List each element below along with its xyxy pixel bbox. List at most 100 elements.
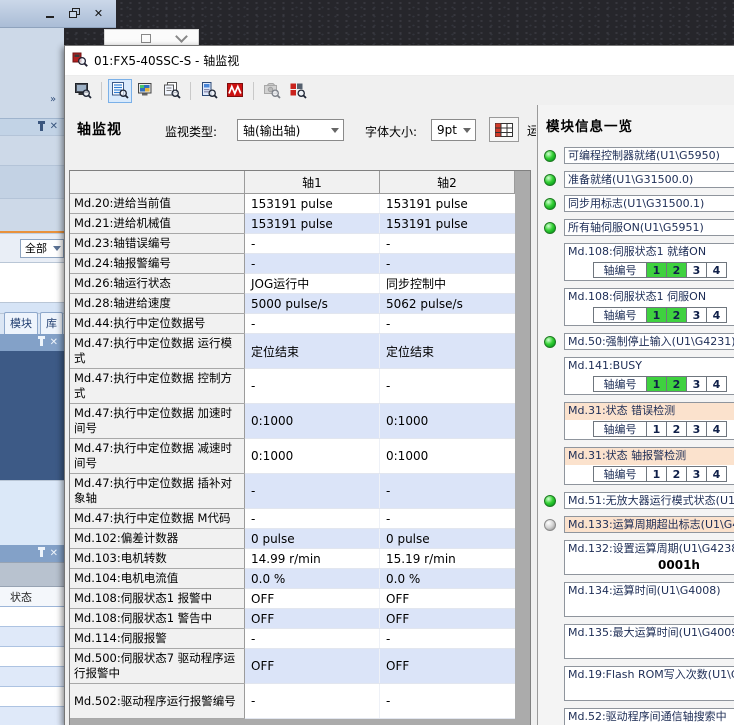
- row-label: Md.47:执行中定位数据 插补对象轴: [70, 474, 245, 509]
- monitor-type-dropdown[interactable]: 轴(输出轴): [237, 119, 344, 141]
- axis-toolbar: [65, 76, 734, 106]
- list-search-icon[interactable]: [108, 79, 132, 103]
- table-row: Md.20:进给当前值153191 pulse153191 pulse: [70, 194, 515, 214]
- filter-dropdown[interactable]: 全部: [20, 239, 64, 258]
- axis-value-cell: 153191 pulse: [245, 214, 380, 234]
- toolbar-separator: [253, 82, 254, 100]
- axis-value-cell: -: [380, 234, 515, 254]
- axis-number-cell: 3: [686, 307, 707, 323]
- dock-band: [0, 480, 64, 545]
- module-group-header: Md.108:伺服状态1 伺服ON: [565, 289, 734, 306]
- display-settings-icon[interactable]: [134, 79, 158, 103]
- dock-list-row: [0, 647, 64, 667]
- axis-value-cell: OFF: [380, 609, 515, 629]
- table-row: Md.103:电机转数14.99 r/min15.19 r/min: [70, 549, 515, 569]
- table-grid-button[interactable]: [489, 117, 519, 142]
- axis-value-cell: -: [245, 684, 380, 719]
- minimize-icon[interactable]: [45, 8, 56, 19]
- module-info-led-item: 所有轴伺服ON(U1\G5951): [544, 219, 734, 236]
- chevrons-icon[interactable]: »: [50, 94, 54, 105]
- row-label: Md.44:执行中定位数据号: [70, 314, 245, 334]
- pin-icon[interactable]: [40, 550, 43, 557]
- font-size-dropdown[interactable]: 9pt: [431, 119, 476, 141]
- axis-value-cell: -: [380, 474, 515, 509]
- module-group-header: Md.19:Flash ROM写入次数(U1\G4: [565, 667, 734, 684]
- table-row: Md.21:进给机械值153191 pulse153191 pulse: [70, 214, 515, 234]
- maximize-icon[interactable]: [141, 34, 151, 43]
- row-label: Md.20:进给当前值: [70, 194, 245, 214]
- close-icon[interactable]: ✕: [50, 122, 58, 132]
- module-signal-label: Md.133:运算周期超出标志(U1\G4: [564, 516, 734, 533]
- pin-icon[interactable]: [40, 124, 43, 131]
- monitor-search-icon[interactable]: [71, 79, 95, 103]
- axis-number-cell: 2: [666, 466, 687, 482]
- module-signal-label: 同步用标志(U1\G31500.1): [564, 195, 734, 212]
- row-label: Md.21:进给机械值: [70, 214, 245, 234]
- axis-value-cell: -: [245, 474, 380, 509]
- row-label: Md.47:执行中定位数据 M代码: [70, 509, 245, 529]
- tab-module[interactable]: 模块: [4, 312, 38, 334]
- dock-tabs: 模块 库: [0, 313, 64, 334]
- copy-view-icon[interactable]: [160, 79, 184, 103]
- row-label: Md.47:执行中定位数据 加速时间号: [70, 404, 245, 439]
- dock-list-row: [0, 707, 64, 725]
- window-title: 01:FX5-40SSC-S - 轴监视: [94, 52, 239, 69]
- axis-value-cell: OFF: [380, 649, 515, 684]
- axis-number-cell: 4: [706, 376, 727, 392]
- axis-number-cell: 4: [706, 262, 727, 278]
- axis-value-cell: -: [380, 369, 515, 404]
- axis-window-titlebar[interactable]: 01:FX5-40SSC-S - 轴监视: [65, 46, 734, 76]
- axis-number-label: 轴编号: [593, 376, 647, 392]
- module-group-header: Md.31:状态 轴报警检测: [565, 448, 734, 465]
- module-group-header: Md.134:运算时间(U1\G4008): [565, 583, 734, 600]
- module-info-led-item: Md.50:强制停止输入(U1\G4231): [544, 333, 734, 350]
- toolbar-separator: [190, 82, 191, 100]
- axis-number-cell: 3: [686, 421, 707, 437]
- dock-filter-row: 全部: [0, 233, 64, 262]
- table-row: Md.23:轴错误编号--: [70, 234, 515, 254]
- row-label: Md.108:伺服状态1 警告中: [70, 609, 245, 629]
- module-group-header: Md.135:最大运算时间(U1\G4009): [565, 625, 734, 642]
- tab-library[interactable]: 库: [40, 312, 63, 334]
- chevron-down-icon[interactable]: [175, 30, 188, 43]
- module-group-value: [565, 642, 734, 658]
- table-row: Md.108:伺服状态1 警告中OFFOFF: [70, 609, 515, 629]
- axis-number-cell: 3: [686, 376, 707, 392]
- clipped-button-label[interactable]: 运: [527, 122, 536, 139]
- restore-icon[interactable]: [69, 8, 80, 19]
- axis-number-row: 轴编号1234: [593, 466, 734, 482]
- font-size-value: 9pt: [432, 123, 463, 137]
- axis-value-cell: 153191 pulse: [245, 194, 380, 214]
- green-led-icon: [544, 495, 556, 507]
- axis-number-cell: 1: [646, 466, 667, 482]
- close-icon[interactable]: ✕: [50, 549, 58, 559]
- axis-number-label: 轴编号: [593, 307, 647, 323]
- axis-value-cell: 0:1000: [380, 439, 515, 474]
- table-row: Md.47:执行中定位数据 M代码--: [70, 509, 515, 529]
- axis-number-row: 轴编号1234: [593, 421, 734, 437]
- axis-number-row: 轴编号1234: [593, 376, 734, 392]
- device-search-icon[interactable]: [197, 79, 221, 103]
- row-label: Md.26:轴运行状态: [70, 274, 245, 294]
- camera-search-icon[interactable]: [260, 79, 284, 103]
- pin-icon[interactable]: [40, 339, 43, 346]
- dock-panel-header: ✕: [0, 118, 64, 135]
- close-icon[interactable]: ✕: [50, 338, 58, 348]
- table-row: Md.24:轴报警编号--: [70, 254, 515, 274]
- page-title: 轴监视: [77, 119, 122, 139]
- axis-number-label: 轴编号: [593, 421, 647, 437]
- axis-value-cell: OFF: [245, 589, 380, 609]
- row-label: Md.23:轴错误编号: [70, 234, 245, 254]
- axis-value-cell: JOG运行中: [245, 274, 380, 294]
- chevron-down-icon: [331, 128, 339, 133]
- axis-number-cell: 2: [666, 376, 687, 392]
- close-icon[interactable]: ✕: [93, 8, 104, 19]
- module-search-icon[interactable]: [286, 79, 310, 103]
- axis-value-cell: OFF: [245, 609, 380, 629]
- axis-value-cell: 定位结束: [380, 334, 515, 369]
- axis-value-cell: -: [380, 684, 515, 719]
- waveform-trace-icon[interactable]: [223, 79, 247, 103]
- monitor-type-value: 轴(输出轴): [238, 122, 331, 139]
- module-info-led-item: 准备就绪(U1\G31500.0): [544, 171, 734, 188]
- module-value-group: Md.135:最大运算时间(U1\G4009): [564, 624, 734, 659]
